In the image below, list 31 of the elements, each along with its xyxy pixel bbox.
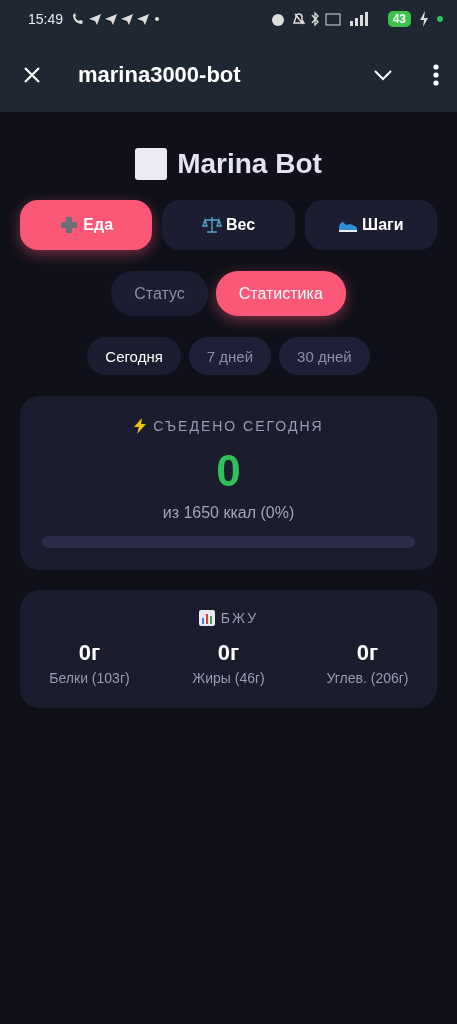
action-button[interactable]: Вес: [162, 200, 295, 250]
macro-label: Углев. (206г): [326, 670, 409, 686]
period-tab[interactable]: 7 дней: [188, 337, 272, 375]
lightning-icon: [133, 418, 148, 434]
macro-value: 0г: [217, 640, 240, 666]
calories-goal: из 1650 ккал (0%): [162, 504, 295, 522]
macro-label: Жиры (46г): [192, 670, 265, 686]
macro-value: 0г: [78, 640, 101, 666]
period-tab[interactable]: Сегодня: [87, 337, 181, 375]
macro-value: 0г: [356, 640, 379, 666]
calories-value: 0: [216, 446, 241, 496]
status-time: 15:49: [28, 11, 64, 27]
tab[interactable]: Статус: [111, 271, 208, 316]
card-title: БЖУ: [220, 610, 259, 626]
card-title: СЪЕДЕНО СЕГОДНЯ: [153, 418, 324, 434]
tab[interactable]: Статистика: [215, 271, 346, 316]
app-title: Marina Bot: [177, 148, 322, 180]
macro-label: Белки (103г): [49, 670, 130, 686]
close-icon[interactable]: [22, 65, 42, 85]
window-title: marina3000-bot: [78, 62, 242, 88]
more-icon[interactable]: [433, 64, 439, 86]
plus-icon: [59, 215, 80, 235]
square-icon: [135, 148, 168, 180]
scales-icon: [201, 215, 222, 235]
charging-icon: [419, 11, 429, 27]
period-tab[interactable]: 30 дней: [279, 337, 370, 375]
bar-chart-icon: [198, 610, 215, 626]
dot-icon: [437, 16, 443, 22]
action-button[interactable]: Шаги: [304, 200, 437, 250]
action-button[interactable]: Еда: [20, 200, 153, 250]
battery-level: 43: [387, 11, 411, 27]
